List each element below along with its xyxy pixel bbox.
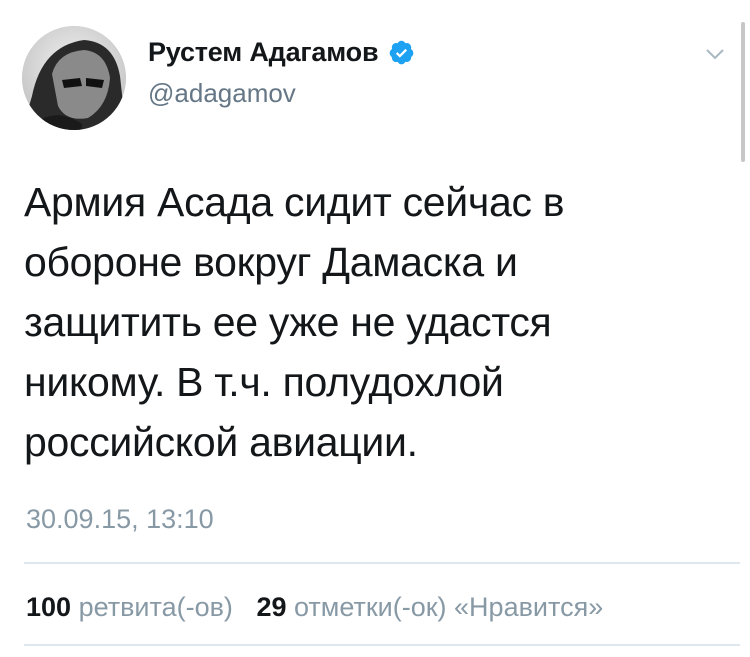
- retweets-label: ретвита(-ов): [78, 592, 233, 622]
- retweets-stat[interactable]: 100 ретвита(-ов): [26, 592, 240, 622]
- chevron-down-icon[interactable]: [700, 44, 730, 64]
- likes-stat[interactable]: 29 отметки(-ок) «Нравится»: [256, 592, 603, 622]
- timestamp[interactable]: 30.09.15, 13:10: [26, 504, 214, 535]
- retweets-count: 100: [26, 592, 72, 622]
- avatar[interactable]: [22, 26, 126, 130]
- author-handle[interactable]: @adagamov: [148, 78, 296, 109]
- author-name-row[interactable]: Рустем Адагамов: [148, 36, 415, 68]
- verified-badge-icon: [388, 39, 415, 66]
- likes-label: отметки(-ок) «Нравится»: [294, 592, 604, 622]
- tweet-card: Рустем Адагамов @adagamov Армия Асада си…: [0, 0, 750, 657]
- divider: [24, 562, 740, 564]
- display-name[interactable]: Рустем Адагамов: [148, 37, 379, 68]
- tweet-text: Армия Асада сидит сейчас в обороне вокру…: [24, 179, 565, 465]
- tweet-stats: 100 ретвита(-ов) 29 отметки(-ок) «Нравит…: [26, 592, 619, 623]
- likes-count: 29: [256, 592, 287, 622]
- avatar-photo: [22, 26, 126, 130]
- divider: [24, 644, 740, 646]
- scrollbar[interactable]: [741, 22, 745, 162]
